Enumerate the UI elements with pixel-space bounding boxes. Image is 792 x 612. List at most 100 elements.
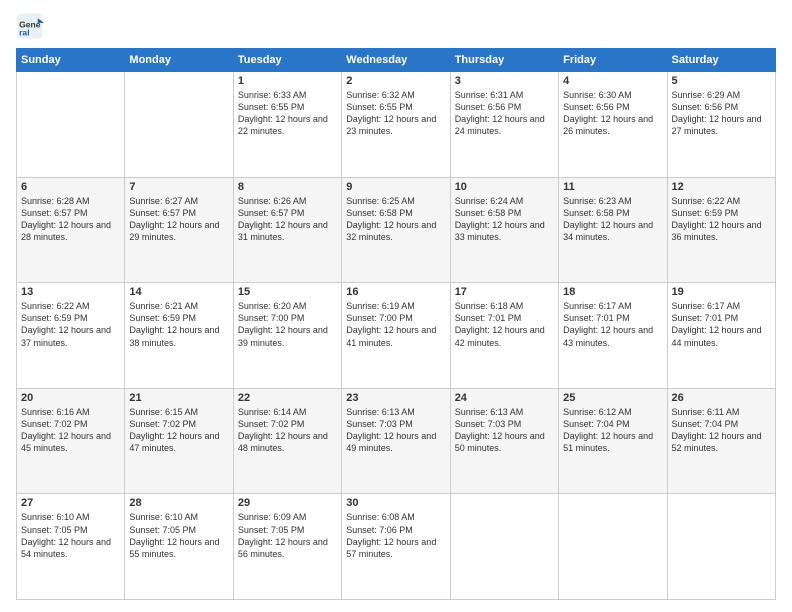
day-cell: 12 Sunrise: 6:22 AM Sunset: 6:59 PM Dayli… (667, 177, 775, 283)
day-info: Sunrise: 6:17 AM Sunset: 7:01 PM Dayligh… (672, 300, 771, 349)
day-info: Sunrise: 6:18 AM Sunset: 7:01 PM Dayligh… (455, 300, 554, 349)
calendar-table: SundayMondayTuesdayWednesdayThursdayFrid… (16, 48, 776, 600)
week-row-5: 27 Sunrise: 6:10 AM Sunset: 7:05 PM Dayli… (17, 494, 776, 600)
logo: Gene ral (16, 12, 48, 40)
day-number: 27 (21, 497, 120, 509)
week-row-2: 6 Sunrise: 6:28 AM Sunset: 6:57 PM Daylig… (17, 177, 776, 283)
day-number: 17 (455, 286, 554, 298)
day-number: 9 (346, 181, 445, 193)
day-cell: 18 Sunrise: 6:17 AM Sunset: 7:01 PM Dayli… (559, 283, 667, 389)
day-number: 1 (238, 75, 337, 87)
day-number: 23 (346, 392, 445, 404)
day-number: 6 (21, 181, 120, 193)
day-number: 11 (563, 181, 662, 193)
day-info: Sunrise: 6:08 AM Sunset: 7:06 PM Dayligh… (346, 511, 445, 560)
day-number: 22 (238, 392, 337, 404)
day-cell: 1Sunrise: 6:33 AM Sunset: 6:55 PM Daylig… (233, 72, 341, 178)
day-info: Sunrise: 6:14 AM Sunset: 7:02 PM Dayligh… (238, 406, 337, 455)
day-info: Sunrise: 6:11 AM Sunset: 7:04 PM Dayligh… (672, 406, 771, 455)
day-cell: 5 Sunrise: 6:29 AM Sunset: 6:56 PM Daylig… (667, 72, 775, 178)
day-cell (559, 494, 667, 600)
week-row-1: 1Sunrise: 6:33 AM Sunset: 6:55 PM Daylig… (17, 72, 776, 178)
day-info: Sunrise: 6:12 AM Sunset: 7:04 PM Dayligh… (563, 406, 662, 455)
day-cell: 23 Sunrise: 6:13 AM Sunset: 7:03 PM Dayli… (342, 388, 450, 494)
col-header-thursday: Thursday (450, 49, 558, 72)
page: Gene ral SundayMondayTuesdayWednesdayThu… (0, 0, 792, 612)
day-cell: 27 Sunrise: 6:10 AM Sunset: 7:05 PM Dayli… (17, 494, 125, 600)
week-row-3: 13 Sunrise: 6:22 AM Sunset: 6:59 PM Dayli… (17, 283, 776, 389)
day-cell: 17 Sunrise: 6:18 AM Sunset: 7:01 PM Dayli… (450, 283, 558, 389)
day-info: Sunrise: 6:17 AM Sunset: 7:01 PM Dayligh… (563, 300, 662, 349)
day-number: 12 (672, 181, 771, 193)
col-header-tuesday: Tuesday (233, 49, 341, 72)
day-cell: 28Sunrise: 6:10 AM Sunset: 7:05 PM Dayli… (125, 494, 233, 600)
day-cell: 21Sunrise: 6:15 AM Sunset: 7:02 PM Dayli… (125, 388, 233, 494)
day-info: Sunrise: 6:19 AM Sunset: 7:00 PM Dayligh… (346, 300, 445, 349)
day-info: Sunrise: 6:20 AM Sunset: 7:00 PM Dayligh… (238, 300, 337, 349)
day-info: Sunrise: 6:13 AM Sunset: 7:03 PM Dayligh… (346, 406, 445, 455)
header-row: SundayMondayTuesdayWednesdayThursdayFrid… (17, 49, 776, 72)
day-cell: 10 Sunrise: 6:24 AM Sunset: 6:58 PM Dayli… (450, 177, 558, 283)
day-info: Sunrise: 6:27 AM Sunset: 6:57 PM Dayligh… (129, 195, 228, 244)
day-info: Sunrise: 6:26 AM Sunset: 6:57 PM Dayligh… (238, 195, 337, 244)
day-cell: 6 Sunrise: 6:28 AM Sunset: 6:57 PM Daylig… (17, 177, 125, 283)
day-info: Sunrise: 6:13 AM Sunset: 7:03 PM Dayligh… (455, 406, 554, 455)
day-cell: 14Sunrise: 6:21 AM Sunset: 6:59 PM Dayli… (125, 283, 233, 389)
day-info: Sunrise: 6:29 AM Sunset: 6:56 PM Dayligh… (672, 89, 771, 138)
day-info: Sunrise: 6:09 AM Sunset: 7:05 PM Dayligh… (238, 511, 337, 560)
day-info: Sunrise: 6:32 AM Sunset: 6:55 PM Dayligh… (346, 89, 445, 138)
day-cell: 22 Sunrise: 6:14 AM Sunset: 7:02 PM Dayli… (233, 388, 341, 494)
day-cell: 9 Sunrise: 6:25 AM Sunset: 6:58 PM Daylig… (342, 177, 450, 283)
day-number: 19 (672, 286, 771, 298)
day-info: Sunrise: 6:24 AM Sunset: 6:58 PM Dayligh… (455, 195, 554, 244)
day-number: 2 (346, 75, 445, 87)
day-cell: 26Sunrise: 6:11 AM Sunset: 7:04 PM Dayli… (667, 388, 775, 494)
day-cell: 19 Sunrise: 6:17 AM Sunset: 7:01 PM Dayli… (667, 283, 775, 389)
day-cell: 29 Sunrise: 6:09 AM Sunset: 7:05 PM Dayli… (233, 494, 341, 600)
day-info: Sunrise: 6:31 AM Sunset: 6:56 PM Dayligh… (455, 89, 554, 138)
day-number: 20 (21, 392, 120, 404)
day-cell: 24Sunrise: 6:13 AM Sunset: 7:03 PM Dayli… (450, 388, 558, 494)
day-number: 16 (346, 286, 445, 298)
svg-text:ral: ral (19, 27, 29, 37)
day-number: 29 (238, 497, 337, 509)
day-info: Sunrise: 6:28 AM Sunset: 6:57 PM Dayligh… (21, 195, 120, 244)
day-number: 18 (563, 286, 662, 298)
day-number: 28 (129, 497, 228, 509)
day-cell (17, 72, 125, 178)
day-info: Sunrise: 6:25 AM Sunset: 6:58 PM Dayligh… (346, 195, 445, 244)
day-number: 13 (21, 286, 120, 298)
logo-icon: Gene ral (16, 12, 44, 40)
day-cell: 20Sunrise: 6:16 AM Sunset: 7:02 PM Dayli… (17, 388, 125, 494)
day-cell: 4 Sunrise: 6:30 AM Sunset: 6:56 PM Daylig… (559, 72, 667, 178)
header: Gene ral (16, 12, 776, 40)
day-cell: 11Sunrise: 6:23 AM Sunset: 6:58 PM Dayli… (559, 177, 667, 283)
day-number: 10 (455, 181, 554, 193)
day-info: Sunrise: 6:10 AM Sunset: 7:05 PM Dayligh… (21, 511, 120, 560)
day-cell: 2 Sunrise: 6:32 AM Sunset: 6:55 PM Daylig… (342, 72, 450, 178)
day-number: 5 (672, 75, 771, 87)
day-cell: 13 Sunrise: 6:22 AM Sunset: 6:59 PM Dayli… (17, 283, 125, 389)
day-info: Sunrise: 6:22 AM Sunset: 6:59 PM Dayligh… (672, 195, 771, 244)
day-info: Sunrise: 6:22 AM Sunset: 6:59 PM Dayligh… (21, 300, 120, 349)
day-number: 25 (563, 392, 662, 404)
col-header-friday: Friday (559, 49, 667, 72)
day-cell: 3Sunrise: 6:31 AM Sunset: 6:56 PM Daylig… (450, 72, 558, 178)
day-number: 7 (129, 181, 228, 193)
day-info: Sunrise: 6:30 AM Sunset: 6:56 PM Dayligh… (563, 89, 662, 138)
day-number: 4 (563, 75, 662, 87)
day-cell (125, 72, 233, 178)
col-header-monday: Monday (125, 49, 233, 72)
day-number: 8 (238, 181, 337, 193)
day-cell: 7 Sunrise: 6:27 AM Sunset: 6:57 PM Daylig… (125, 177, 233, 283)
col-header-saturday: Saturday (667, 49, 775, 72)
day-cell: 30Sunrise: 6:08 AM Sunset: 7:06 PM Dayli… (342, 494, 450, 600)
day-cell (450, 494, 558, 600)
col-header-wednesday: Wednesday (342, 49, 450, 72)
day-cell: 15 Sunrise: 6:20 AM Sunset: 7:00 PM Dayli… (233, 283, 341, 389)
day-info: Sunrise: 6:21 AM Sunset: 6:59 PM Dayligh… (129, 300, 228, 349)
day-cell: 25 Sunrise: 6:12 AM Sunset: 7:04 PM Dayli… (559, 388, 667, 494)
day-info: Sunrise: 6:15 AM Sunset: 7:02 PM Dayligh… (129, 406, 228, 455)
col-header-sunday: Sunday (17, 49, 125, 72)
day-number: 15 (238, 286, 337, 298)
